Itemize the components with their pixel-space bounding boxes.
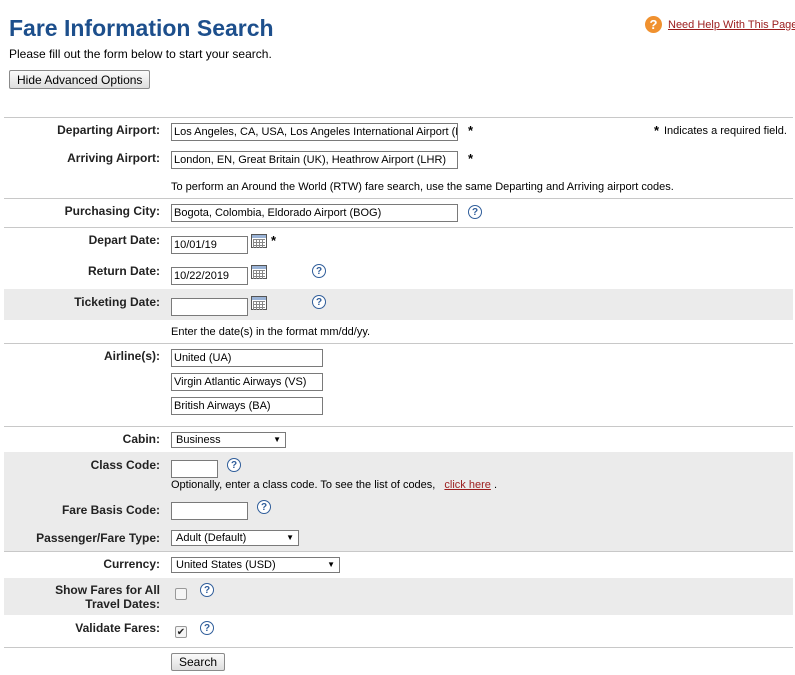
validate-fares-checkbox[interactable]: ✔ bbox=[175, 626, 187, 638]
help-link[interactable]: Need Help With This Page? bbox=[668, 19, 795, 31]
fare-basis-input[interactable] bbox=[171, 502, 248, 520]
required-field-note: Indicates a required field. bbox=[664, 125, 787, 137]
departing-airport-input[interactable]: Los Angeles, CA, USA, Los Angeles Intern… bbox=[171, 123, 458, 141]
cabin-select[interactable]: Business ▼ bbox=[171, 432, 286, 448]
cabin-select-value: Business bbox=[176, 434, 221, 446]
arriving-airport-label: Arriving Airport: bbox=[67, 151, 160, 165]
help-icon[interactable]: ? bbox=[645, 16, 662, 33]
help-link-group[interactable]: ? Need Help With This Page? bbox=[645, 16, 795, 33]
purchasing-city-label: Purchasing City: bbox=[64, 204, 160, 218]
required-asterisk: * bbox=[271, 233, 277, 248]
validate-fares-label: Validate Fares: bbox=[75, 621, 160, 635]
calendar-icon[interactable] bbox=[251, 234, 267, 248]
show-fares-checkbox[interactable] bbox=[175, 588, 187, 600]
passenger-fare-type-label: Passenger/Fare Type: bbox=[36, 531, 160, 545]
currency-select[interactable]: United States (USD) ▼ bbox=[171, 557, 340, 573]
help-circle-icon[interactable]: ? bbox=[227, 458, 241, 472]
search-button[interactable]: Search bbox=[171, 653, 226, 671]
return-date-input[interactable]: 10/22/2019 bbox=[171, 267, 248, 285]
divider bbox=[4, 551, 793, 552]
depart-date-input[interactable]: 10/01/19 bbox=[171, 236, 248, 254]
calendar-icon[interactable] bbox=[251, 296, 267, 310]
departing-airport-label: Departing Airport: bbox=[57, 123, 160, 137]
fare-basis-label: Fare Basis Code: bbox=[61, 503, 160, 517]
help-circle-icon[interactable]: ? bbox=[200, 583, 214, 597]
airline-input-3[interactable]: British Airways (BA) bbox=[171, 397, 323, 415]
cabin-label: Cabin: bbox=[122, 432, 160, 446]
help-circle-icon[interactable]: ? bbox=[200, 621, 214, 635]
currency-select-value: United States (USD) bbox=[176, 559, 276, 571]
divider bbox=[4, 117, 793, 118]
divider bbox=[4, 647, 793, 648]
chevron-down-icon: ▼ bbox=[327, 560, 335, 569]
hide-advanced-options-button[interactable]: Hide Advanced Options bbox=[9, 70, 151, 89]
class-code-list-link[interactable]: click here bbox=[444, 479, 490, 491]
calendar-icon[interactable] bbox=[251, 265, 267, 279]
class-code-note: Optionally, enter a class code. To see t… bbox=[171, 479, 497, 491]
divider bbox=[4, 426, 793, 427]
airline-input-1[interactable]: United (UA) bbox=[171, 349, 323, 367]
page-subtitle: Please fill out the form below to start … bbox=[9, 47, 272, 61]
date-format-note: Enter the date(s) in the format mm/dd/yy… bbox=[171, 326, 371, 338]
page-title: Fare Information Search bbox=[9, 15, 274, 41]
chevron-down-icon: ▼ bbox=[273, 435, 281, 444]
passenger-fare-type-select[interactable]: Adult (Default) ▼ bbox=[171, 530, 299, 546]
depart-date-label: Depart Date: bbox=[88, 233, 160, 247]
required-asterisk: * bbox=[654, 123, 660, 138]
help-circle-icon[interactable]: ? bbox=[312, 295, 326, 309]
ticketing-date-input[interactable] bbox=[171, 298, 248, 316]
ticketing-date-label: Ticketing Date: bbox=[74, 295, 160, 309]
divider bbox=[4, 198, 793, 199]
required-asterisk: * bbox=[468, 123, 474, 138]
class-code-note-tail: . bbox=[493, 479, 498, 491]
currency-label: Currency: bbox=[103, 557, 160, 571]
return-date-label: Return Date: bbox=[87, 264, 160, 278]
help-circle-icon[interactable]: ? bbox=[468, 205, 482, 219]
check-icon: ✔ bbox=[176, 626, 186, 638]
show-fares-label: Show Fares for All Travel Dates: bbox=[0, 583, 160, 611]
help-circle-icon[interactable]: ? bbox=[312, 264, 326, 278]
airline-input-2[interactable]: Virgin Atlantic Airways (VS) bbox=[171, 373, 323, 391]
divider bbox=[4, 227, 793, 228]
class-code-input[interactable] bbox=[171, 460, 218, 478]
chevron-down-icon: ▼ bbox=[286, 533, 294, 542]
airlines-label: Airline(s): bbox=[103, 349, 160, 363]
rtw-note: To perform an Around the World (RTW) far… bbox=[171, 181, 674, 193]
help-circle-icon[interactable]: ? bbox=[257, 500, 271, 514]
show-fares-label-line2: Travel Dates: bbox=[85, 597, 160, 611]
purchasing-city-input[interactable]: Bogota, Colombia, Eldorado Airport (BOG) bbox=[171, 204, 458, 222]
required-asterisk: * bbox=[468, 151, 474, 166]
show-fares-label-line1: Show Fares for All bbox=[55, 583, 160, 597]
divider bbox=[4, 343, 793, 344]
arriving-airport-input[interactable]: London, EN, Great Britain (UK), Heathrow… bbox=[171, 151, 458, 169]
class-code-note-text: Optionally, enter a class code. To see t… bbox=[171, 479, 436, 491]
class-code-label: Class Code: bbox=[90, 458, 160, 472]
passenger-fare-type-value: Adult (Default) bbox=[176, 532, 247, 544]
